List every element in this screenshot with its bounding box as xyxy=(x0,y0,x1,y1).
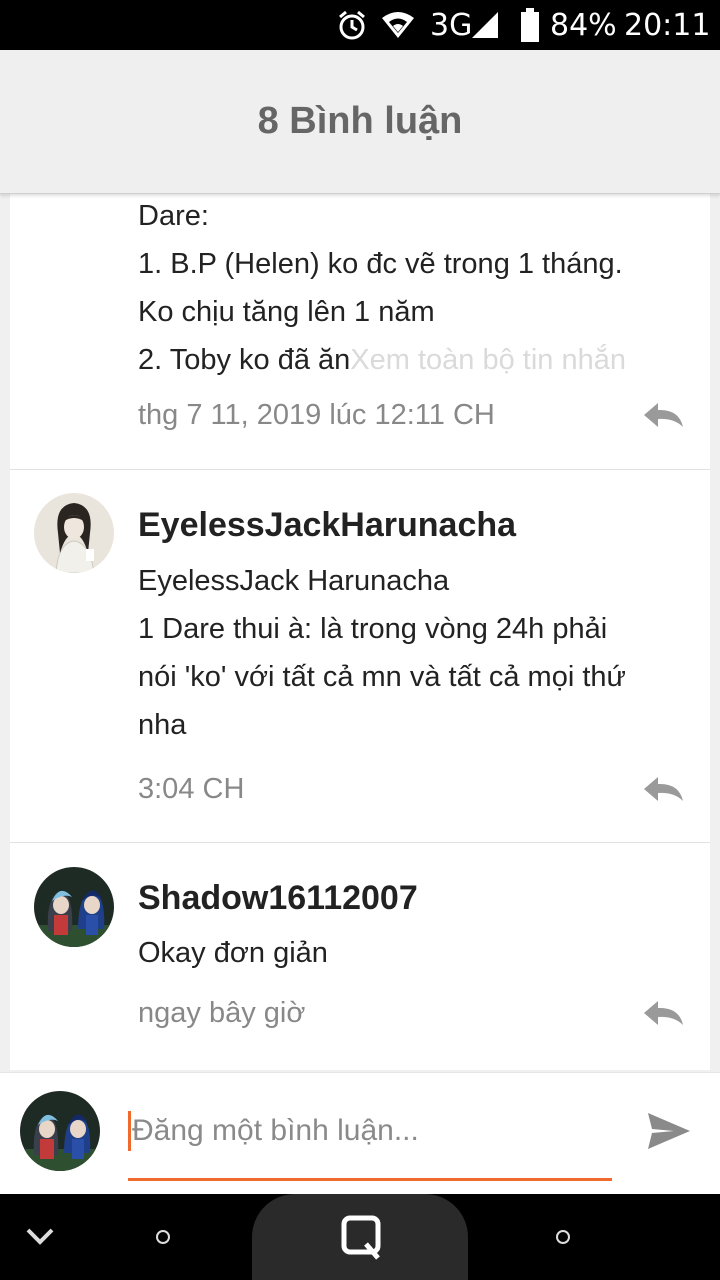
comment-body: Okay đơn giản xyxy=(138,937,328,969)
comment-body: Dare: 1. B.P (Helen) ko đc vẽ trong 1 th… xyxy=(138,200,626,376)
clock: 20:11 xyxy=(624,7,711,43)
comment-time: 3:04 CH xyxy=(138,773,245,805)
reply-icon[interactable] xyxy=(642,999,684,1027)
view-full-message-link[interactable]: Xem toàn bộ tin nhắn xyxy=(350,344,626,376)
avatar[interactable] xyxy=(34,867,114,947)
nav-home-dot[interactable] xyxy=(156,1230,170,1244)
page-title: 8 Bình luận xyxy=(257,100,463,142)
text-cursor xyxy=(128,1111,131,1151)
comment-input-placeholder: Đăng một bình luận... xyxy=(132,1114,419,1147)
nav-home-button[interactable] xyxy=(252,1194,468,1280)
comment-item: Shadow16112007 Okay đơn giản ngay bây gi… xyxy=(10,843,710,1070)
comment-input[interactable]: Đăng một bình luận... xyxy=(128,1107,612,1181)
battery-percent: 84% xyxy=(550,7,617,43)
comment-list[interactable]: Dare: 1. B.P (Helen) ko đc vẽ trong 1 th… xyxy=(10,194,710,1070)
chevron-down-icon[interactable] xyxy=(24,1220,56,1252)
comment-time: thg 7 11, 2019 lúc 12:11 CH xyxy=(138,399,495,431)
navigation-bar xyxy=(0,1194,720,1280)
comment-time: ngay bây giờ xyxy=(138,997,306,1029)
comment-input-bar: Đăng một bình luận... xyxy=(0,1072,720,1194)
reply-icon[interactable] xyxy=(642,775,684,803)
avatar[interactable] xyxy=(34,493,114,573)
wifi-icon xyxy=(380,6,416,44)
status-bar: 3G 84% 20:11 xyxy=(0,0,720,50)
signal-icon xyxy=(470,6,502,44)
nav-recents-dot[interactable] xyxy=(556,1230,570,1244)
search-icon xyxy=(341,1215,381,1260)
battery-icon xyxy=(520,6,542,44)
send-icon[interactable] xyxy=(646,1111,692,1151)
reply-icon[interactable] xyxy=(642,401,684,429)
comment-item: Dare: 1. B.P (Helen) ko đc vẽ trong 1 th… xyxy=(10,194,710,470)
comment-author[interactable]: Shadow16112007 xyxy=(138,879,418,918)
comment-author[interactable]: EyelessJackHarunacha xyxy=(138,506,516,545)
network-type: 3G xyxy=(430,7,473,43)
avatar xyxy=(20,1091,100,1171)
alarm-icon xyxy=(336,6,370,44)
comment-item: EyelessJackHarunacha EyelessJack Harunac… xyxy=(10,470,710,843)
comment-body: EyelessJack Harunacha 1 Dare thui à: là … xyxy=(138,565,626,741)
header: 8 Bình luận xyxy=(0,50,720,194)
